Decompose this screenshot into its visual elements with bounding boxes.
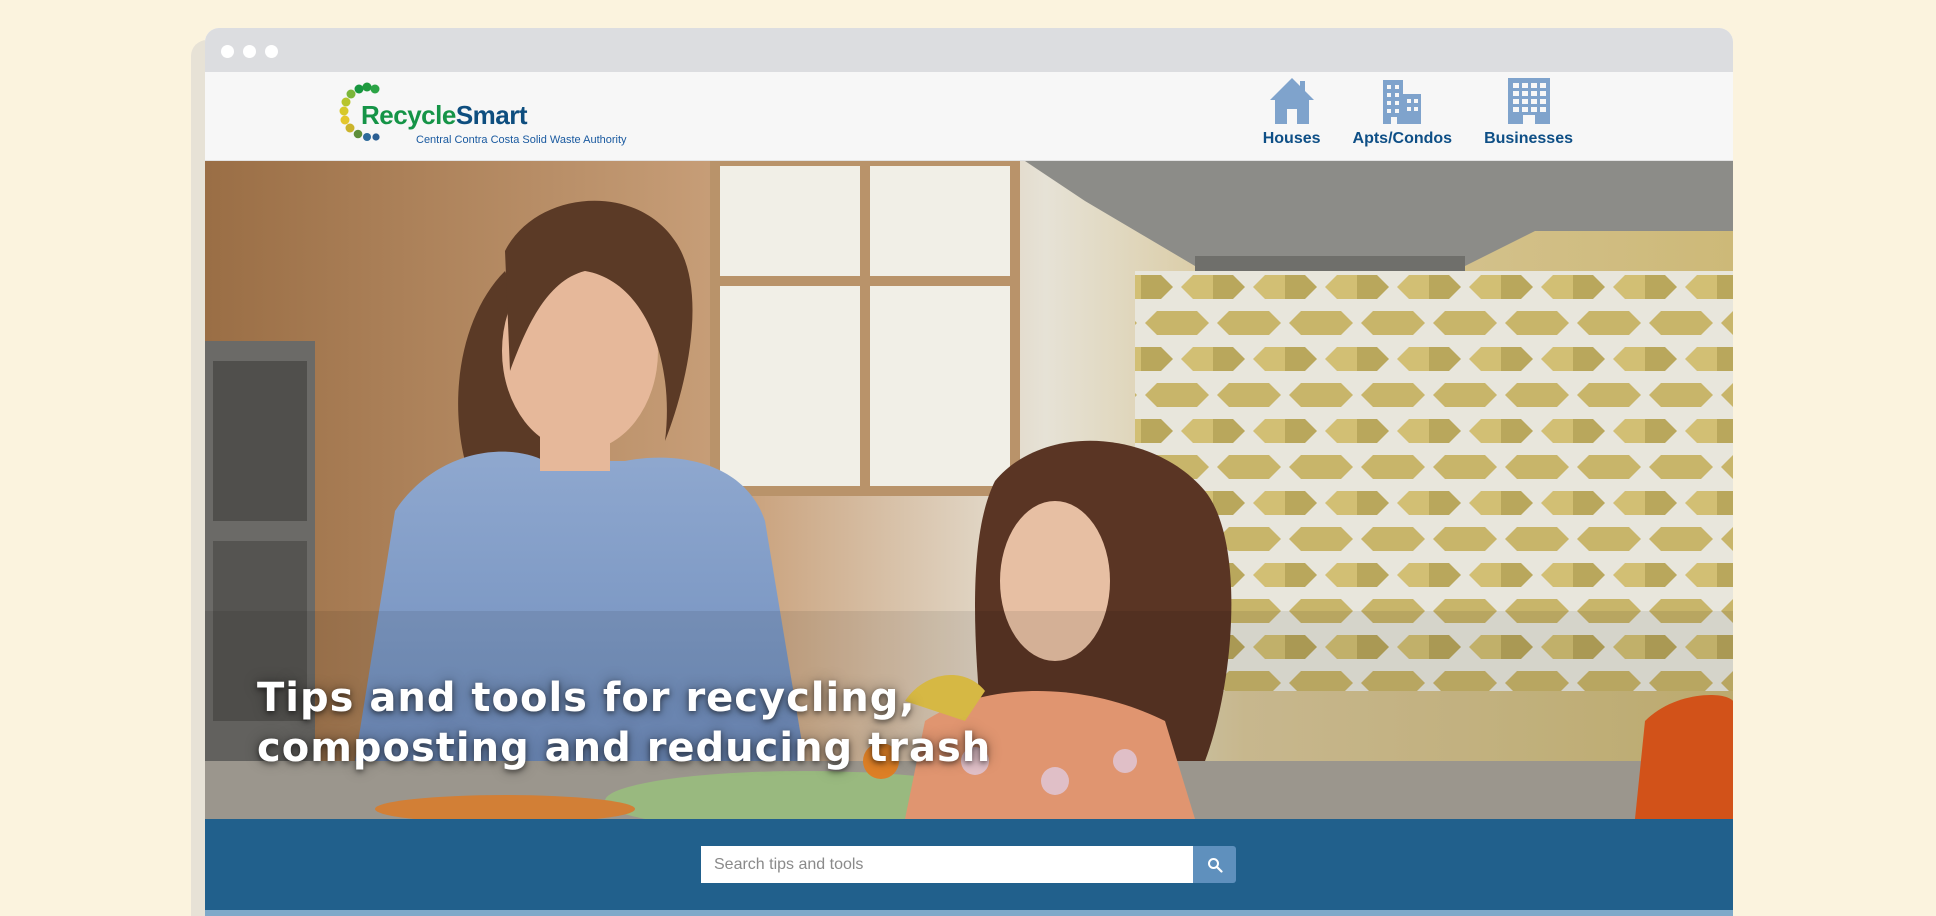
office-building-icon	[1507, 78, 1550, 124]
logo-name-smart: Smart	[455, 100, 528, 130]
window-dot-minimize[interactable]	[243, 45, 256, 58]
logo-subtitle: Central Contra Costa Solid Waste Authori…	[416, 134, 627, 146]
nav-item-apts-condos[interactable]: Apts/Condos	[1352, 72, 1453, 161]
nav-label-apts-condos: Apts/Condos	[1352, 130, 1453, 147]
search-form	[701, 846, 1236, 883]
search-button[interactable]	[1193, 846, 1236, 883]
search-icon	[1207, 857, 1223, 873]
hero-banner: Tips and tools for recycling, composting…	[205, 161, 1733, 819]
search-band	[205, 819, 1733, 910]
site-header: RecycleSmart Central Contra Costa Solid …	[205, 72, 1733, 161]
nav-label-houses: Houses	[1262, 130, 1321, 147]
logo-name-recycle: Recycle	[361, 100, 456, 130]
apartment-building-icon	[1383, 80, 1422, 124]
recyclesmart-logo[interactable]: RecycleSmart Central Contra Costa Solid …	[339, 82, 659, 150]
browser-title-bar	[205, 28, 1733, 72]
audience-nav: Houses Apts/Condos Businesses	[1263, 72, 1573, 161]
house-icon	[1269, 78, 1314, 124]
hero-title: Tips and tools for recycling, composting…	[257, 673, 1037, 773]
content-strip	[205, 910, 1733, 916]
hero-title-line-1: Tips and tools for recycling,	[257, 675, 916, 721]
hero-title-line-2: composting and reducing trash	[257, 725, 992, 771]
search-input[interactable]	[701, 846, 1193, 883]
window-dot-close[interactable]	[221, 45, 234, 58]
browser-window: RecycleSmart Central Contra Costa Solid …	[205, 28, 1733, 916]
logo-wordmark: RecycleSmart	[361, 100, 528, 131]
nav-item-businesses[interactable]: Businesses	[1484, 72, 1573, 161]
nav-label-businesses: Businesses	[1484, 130, 1573, 147]
window-dot-maximize[interactable]	[265, 45, 278, 58]
nav-item-houses[interactable]: Houses	[1263, 72, 1321, 161]
